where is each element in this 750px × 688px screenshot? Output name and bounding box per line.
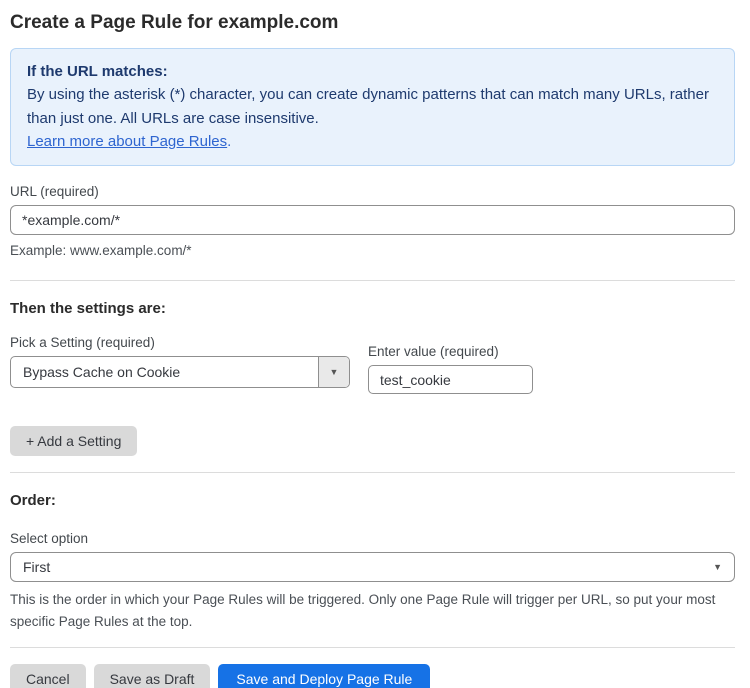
- order-section-heading: Order:: [10, 492, 735, 509]
- cancel-button[interactable]: Cancel: [10, 664, 86, 688]
- setting-value-input[interactable]: [368, 365, 533, 394]
- url-match-info-box: If the URL matches: By using the asteris…: [10, 48, 735, 166]
- link-suffix: .: [227, 133, 231, 150]
- setting-value-label: Enter value (required): [368, 344, 533, 359]
- setting-select-arrow-button[interactable]: ▼: [318, 357, 349, 387]
- save-and-deploy-button[interactable]: Save and Deploy Page Rule: [218, 664, 430, 688]
- setting-select[interactable]: Bypass Cache on Cookie ▼: [10, 356, 350, 388]
- order-select-value: First: [23, 559, 713, 575]
- divider: [10, 472, 735, 473]
- order-helper-text: This is the order in which your Page Rul…: [10, 589, 732, 632]
- settings-row: Pick a Setting (required) Bypass Cache o…: [10, 317, 735, 394]
- order-select[interactable]: First ▼: [10, 552, 735, 582]
- settings-section-heading: Then the settings are:: [10, 300, 735, 317]
- url-example-helper: Example: www.example.com/*: [10, 241, 735, 261]
- page-title: Create a Page Rule for example.com: [10, 12, 735, 34]
- divider: [10, 647, 735, 648]
- divider: [10, 280, 735, 281]
- footer-actions: Cancel Save as Draft Save and Deploy Pag…: [10, 664, 735, 688]
- setting-picker-column: Pick a Setting (required) Bypass Cache o…: [10, 317, 350, 394]
- setting-picker-label: Pick a Setting (required): [10, 335, 350, 350]
- create-page-rule-panel: Create a Page Rule for example.com If th…: [0, 0, 750, 688]
- url-field-label: URL (required): [10, 184, 735, 199]
- info-box-body: By using the asterisk (*) character, you…: [27, 86, 709, 126]
- order-select-label: Select option: [10, 531, 735, 546]
- url-input[interactable]: [10, 205, 735, 235]
- save-as-draft-button[interactable]: Save as Draft: [94, 664, 211, 688]
- chevron-down-icon: ▼: [330, 367, 339, 377]
- setting-select-value: Bypass Cache on Cookie: [11, 357, 318, 387]
- info-box-heading: If the URL matches:: [27, 60, 718, 83]
- setting-value-column: Enter value (required): [368, 326, 533, 394]
- chevron-down-icon: ▼: [713, 562, 722, 572]
- learn-more-link[interactable]: Learn more about Page Rules: [27, 133, 227, 150]
- add-setting-button[interactable]: + Add a Setting: [10, 426, 137, 456]
